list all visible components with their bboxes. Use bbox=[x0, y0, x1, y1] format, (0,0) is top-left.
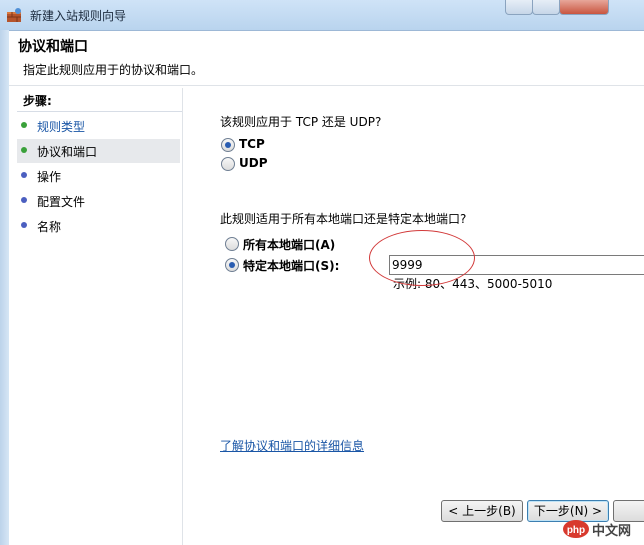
learn-more-link[interactable]: 了解协议和端口的详细信息 bbox=[220, 437, 364, 454]
step-label: 规则类型 bbox=[37, 120, 86, 134]
tcp-radio[interactable] bbox=[221, 138, 235, 152]
steps-label: 步骤: bbox=[23, 94, 52, 108]
tcp-label: TCP bbox=[239, 137, 265, 151]
protocol-question: 该规则应用于 TCP 还是 UDP? bbox=[220, 115, 382, 129]
step-protocol-ports[interactable]: 协议和端口 bbox=[17, 139, 180, 163]
close-button[interactable] bbox=[559, 0, 609, 15]
back-button[interactable]: < 上一步(B) bbox=[441, 500, 523, 522]
steps-panel: 步骤: 规则类型 协议和端口 操作 配置文件 名称 bbox=[17, 88, 183, 545]
specific-ports-label: 特定本地端口(S): bbox=[243, 259, 340, 273]
step-name[interactable]: 名称 bbox=[17, 214, 180, 238]
all-ports-radio[interactable] bbox=[225, 237, 239, 251]
ports-example-hint: 示例: 80、443、5000-5010 bbox=[393, 277, 553, 291]
udp-label: UDP bbox=[239, 156, 268, 170]
step-label: 协议和端口 bbox=[37, 145, 98, 159]
ports-question: 此规则适用于所有本地端口还是特定本地端口? bbox=[220, 212, 467, 226]
page-subtitle: 指定此规则应用于的协议和端口。 bbox=[23, 63, 204, 77]
wizard-header: 协议和端口 指定此规则应用于的协议和端口。 bbox=[9, 31, 644, 86]
specific-ports-input[interactable]: 9999 bbox=[389, 255, 644, 275]
firewall-icon bbox=[7, 8, 21, 22]
step-action[interactable]: 操作 bbox=[17, 164, 180, 188]
step-label: 操作 bbox=[37, 170, 62, 184]
window-title: 新建入站规则向导 bbox=[30, 9, 127, 23]
specific-ports-radio[interactable] bbox=[225, 258, 239, 272]
watermark-text: 中文网 bbox=[592, 524, 632, 539]
title-bar: 新建入站规则向导 bbox=[0, 0, 644, 31]
svg-text:php: php bbox=[567, 525, 585, 536]
all-ports-label: 所有本地端口(A) bbox=[243, 238, 336, 252]
step-profile[interactable]: 配置文件 bbox=[17, 189, 180, 213]
step-status-icon bbox=[21, 197, 27, 203]
main-content: 该规则应用于 TCP 还是 UDP? TCP UDP 此规则适用于所有本地端口还… bbox=[183, 88, 644, 545]
window-frame bbox=[0, 30, 9, 545]
step-status-icon bbox=[21, 172, 27, 178]
step-status-icon bbox=[21, 222, 27, 228]
page-title: 协议和端口 bbox=[18, 39, 88, 55]
step-label: 名称 bbox=[37, 220, 62, 234]
step-rule-type[interactable]: 规则类型 bbox=[17, 114, 180, 138]
step-status-icon bbox=[21, 122, 27, 128]
step-label: 配置文件 bbox=[37, 195, 86, 209]
udp-radio[interactable] bbox=[221, 157, 235, 171]
php-watermark: php 中文网 bbox=[562, 517, 640, 541]
steps-divider bbox=[17, 111, 182, 112]
minimize-button[interactable] bbox=[505, 0, 533, 15]
maximize-button[interactable] bbox=[532, 0, 560, 15]
step-status-icon bbox=[21, 147, 27, 153]
